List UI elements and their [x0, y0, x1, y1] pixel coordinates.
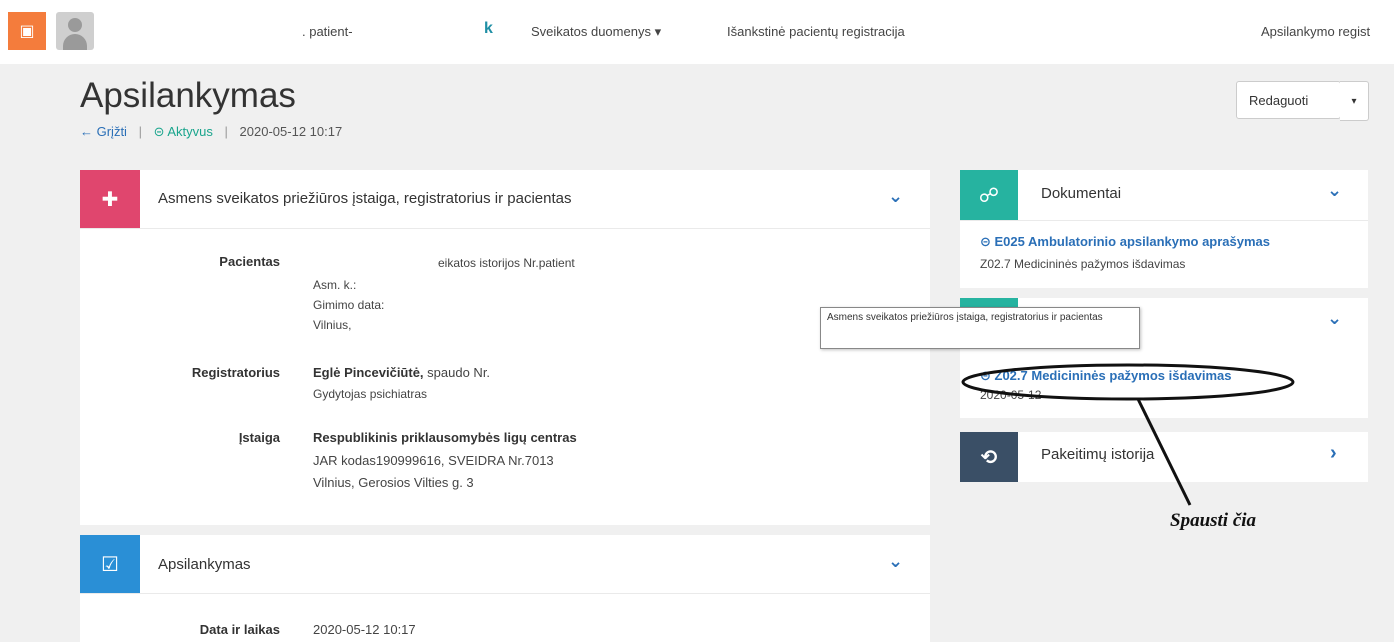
visit-datetime: 2020-05-12 10:17 [239, 124, 343, 139]
institution-panel-title: Asmens sveikatos priežiūros įstaiga, reg… [158, 190, 572, 207]
patient-address: Vilnius, [313, 318, 352, 332]
page-title: Apsilankymas [80, 76, 296, 115]
caret-down-icon: ▾ [1351, 95, 1357, 107]
status-badge: ⊝ Aktyvus [153, 124, 213, 139]
annotation-text: Spausti čia [1170, 510, 1257, 531]
institution-address: Vilnius, Gerosios Vilties g. 3 [313, 475, 474, 490]
patient-birth-date: Gimimo data: [313, 298, 385, 312]
link-icon: ☍ [960, 170, 1018, 220]
history-panel-title: Pakeitimų istorija [1041, 446, 1155, 463]
edit-button[interactable]: Redaguoti [1236, 81, 1341, 119]
history-icon: ⟲ [960, 432, 1018, 482]
institution-panel: ✚ Asmens sveikatos priežiūros įstaiga, r… [80, 170, 930, 525]
edit-dropdown-toggle[interactable]: ▾ [1340, 81, 1369, 121]
patient-label: Pacientas [219, 254, 280, 269]
documents-panel-header[interactable]: ☍ Dokumentai ⌄ [960, 170, 1368, 221]
document-description: Z02.7 Medicininės pažymos išdavimas [980, 257, 1186, 271]
chevron-down-icon[interactable]: ⌄ [888, 186, 903, 207]
chevron-right-icon[interactable]: › [1330, 442, 1337, 465]
certificate-link-z027[interactable]: ⊝ Z02.7 Medicininės pažymos išdavimas [980, 368, 1232, 384]
registrar-stamp: spaudo Nr. [427, 365, 491, 380]
visit-panel-title: Apsilankymas [158, 556, 251, 573]
document-link-e025[interactable]: ⊝ E025 Ambulatorinio apsilankymo aprašym… [980, 234, 1270, 250]
checkbox-icon: ☑ [80, 535, 140, 593]
institution-label: Įstaiga [238, 430, 280, 445]
avatar[interactable] [56, 12, 94, 50]
registrar-line: Eglė Pincevičiūtė, spaudo Nr. [313, 365, 490, 380]
visit-date-value: 2020-05-12 10:17 [313, 622, 416, 637]
registrar-role: Gydytojas psichiatras [313, 387, 428, 401]
nav-health-data-menu[interactable]: Sveikatos duomenys ▾ [531, 24, 661, 40]
back-link[interactable]: ← Grįžti [80, 124, 127, 139]
chevron-down-icon[interactable]: ⌄ [1327, 180, 1342, 201]
plus-icon: ✚ [80, 170, 140, 228]
logo-icon[interactable]: k [484, 20, 493, 38]
patient-identifier: . patient- [302, 24, 353, 39]
nav-preregistration-link[interactable]: Išankstinė pacientų registracija [727, 24, 905, 39]
chevron-down-icon[interactable]: ⌄ [888, 551, 903, 572]
menu-toggle-button[interactable]: ▣ [8, 12, 46, 50]
document-icon: ▣ [19, 23, 35, 40]
chevron-down-icon[interactable]: ⌄ [1327, 308, 1342, 329]
header-subline: ← Grįžti | ⊝ Aktyvus | 2020-05-12 10:17 [80, 124, 343, 139]
patient-personal-code: Asm. k.: [313, 278, 357, 292]
patient-history-text: eikatos istorijos Nr.patient [438, 256, 575, 270]
registrar-name: Eglė Pincevičiūtė, [313, 365, 424, 380]
top-navbar: ▣ . patient- k Sveikatos duomenys ▾ Išan… [0, 0, 1394, 64]
documents-panel: ☍ Dokumentai ⌄ ⊝ E025 Ambulatorinio apsi… [960, 170, 1368, 288]
history-panel[interactable]: ⟲ Pakeitimų istorija › [960, 432, 1368, 482]
tooltip: Asmens sveikatos priežiūros įstaiga, reg… [820, 307, 1140, 349]
registrar-label: Registratorius [191, 365, 280, 380]
institution-panel-header[interactable]: ✚ Asmens sveikatos priežiūros įstaiga, r… [80, 170, 930, 229]
certificate-date: 2020-05-12 [980, 388, 1042, 402]
nav-visit-registration-link[interactable]: Apsilankymo regist [1261, 24, 1370, 39]
visit-panel: ☑ Apsilankymas ⌄ Data ir laikas 2020-05-… [80, 535, 930, 642]
institution-code: JAR kodas190999616, SVEIDRA Nr.7013 [313, 453, 554, 468]
institution-name: Respublikinis priklausomybės ligų centra… [313, 430, 577, 445]
visit-panel-header[interactable]: ☑ Apsilankymas ⌄ [80, 535, 930, 594]
documents-panel-title: Dokumentai [1041, 185, 1122, 202]
visit-date-label: Data ir laikas [199, 622, 280, 637]
